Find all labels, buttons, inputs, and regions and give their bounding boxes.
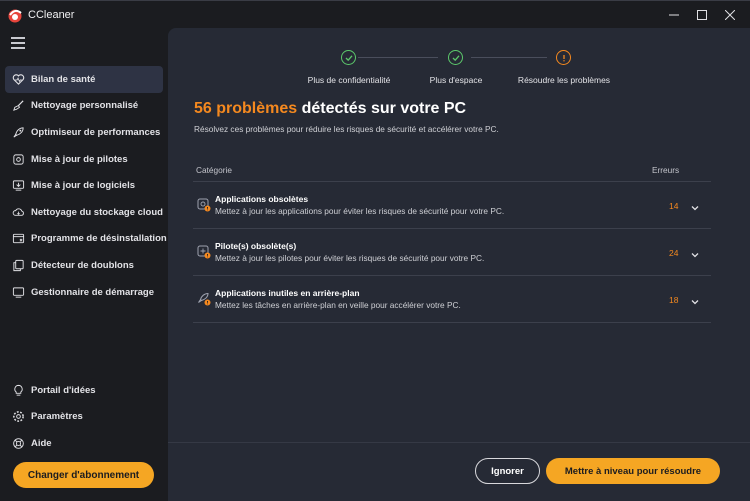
minimize-button[interactable] [660,1,688,29]
sidebar-item-label: Optimiseur de performances [31,126,161,138]
sidebar-item-demarrage[interactable]: Gestionnaire de démarrage [5,279,163,306]
sidebar-item-label: Portail d'idées [31,384,96,396]
sidebar-item-pilotes[interactable]: Mise à jour de pilotes [5,146,163,173]
duplicate-icon [11,258,25,272]
monitor-icon [11,285,25,299]
step-label-resoudre: Résoudre les problèmes [517,75,611,85]
page-title: 56 problèmes détectés sur votre PC [194,100,466,118]
table-row-outdated-drivers[interactable]: Pilote(s) obsolète(s) Mettez à jour les … [193,229,711,276]
rocket-icon [11,125,25,139]
sidebar-item-label: Paramètres [31,411,83,423]
sidebar-item-label: Programme de désinstallation [31,233,167,245]
sidebar-item-optimiseur[interactable]: Optimiseur de performances [5,119,163,146]
row-description: Mettez à jour les pilotes pour éviter le… [215,253,485,263]
minimize-icon [669,14,679,16]
change-subscription-button[interactable]: Changer d'abonnement [13,462,154,488]
sidebar-item-label: Nettoyage du stockage cloud [31,206,163,218]
sidebar: Bilan de santé Nettoyage personnalisé Op… [0,28,168,501]
app-title: CCleaner [28,8,75,21]
chevron-down-icon[interactable] [690,247,700,258]
cloud-icon [11,205,25,219]
stepper-connector [358,57,438,58]
broom-icon [11,99,25,113]
table-row-outdated-apps[interactable]: Applications obsolètes Mettez à jour les… [193,182,711,229]
sidebar-item-desinstallation[interactable]: Programme de désinstallation [5,226,167,253]
check-icon [448,50,463,65]
maximize-icon [697,10,707,20]
ccleaner-logo-icon [6,6,24,24]
sidebar-bottom-nav: Portail d'idées Paramètres Aide [5,377,163,457]
warning-icon [556,50,571,65]
close-button[interactable] [716,1,744,29]
row-error-count: 24 [669,248,679,258]
row-title: Applications inutiles en arrière-plan [215,288,360,298]
close-icon [725,10,735,20]
lightbulb-icon [11,383,25,397]
row-description: Mettez les tâches en arrière-plan en vei… [215,300,461,310]
sidebar-nav: Bilan de santé Nettoyage personnalisé Op… [5,66,167,306]
software-update-icon [11,179,25,193]
hamburger-menu-icon[interactable] [11,37,25,49]
chevron-down-icon[interactable] [690,294,700,305]
sidebar-item-cloud[interactable]: Nettoyage du stockage cloud [5,199,163,226]
sidebar-item-label: Mise à jour de pilotes [31,153,128,165]
main-panel: Plus de confidentialité Plus d'espace Ré… [168,28,750,501]
maximize-button[interactable] [688,1,716,29]
upgrade-to-fix-button[interactable]: Mettre à niveau pour résoudre [546,458,720,484]
table-header: Catégorie Erreurs [193,158,711,182]
sidebar-item-portail-idees[interactable]: Portail d'idées [5,377,163,404]
sidebar-item-bilan-de-sante[interactable]: Bilan de santé [5,66,163,93]
sidebar-item-aide[interactable]: Aide [5,430,163,457]
column-header-errors: Erreurs [652,164,680,175]
help-icon [11,436,25,450]
sidebar-item-label: Détecteur de doublons [31,259,134,271]
heart-icon [11,72,25,86]
sidebar-item-doublons[interactable]: Détecteur de doublons [5,252,163,279]
sidebar-item-label: Mise à jour de logiciels [31,180,136,192]
title-bar: CCleaner [0,0,750,28]
sidebar-item-label: Gestionnaire de démarrage [31,286,155,298]
row-title: Applications obsolètes [215,194,309,204]
sidebar-item-label: Aide [31,437,52,449]
driver-gear-icon [11,152,25,166]
row-description: Mettez à jour les applications pour évit… [215,206,505,216]
step-label-espace: Plus d'espace [429,75,483,85]
sidebar-item-logiciels[interactable]: Mise à jour de logiciels [5,172,163,199]
step-label-confidentialite: Plus de confidentialité [307,75,391,85]
issues-table: Catégorie Erreurs Applications obsolètes… [193,158,711,323]
outdated-driver-icon [197,245,211,259]
sidebar-item-label: Bilan de santé [31,73,96,85]
page-title-rest: détectés sur votre PC [297,100,467,117]
outdated-app-icon [197,198,211,212]
row-error-count: 18 [669,295,679,305]
background-apps-icon [197,292,211,306]
table-row-background-apps[interactable]: Applications inutiles en arrière-plan Me… [193,276,711,323]
progress-stepper: Plus de confidentialité Plus d'espace Ré… [168,38,750,88]
sidebar-item-label: Nettoyage personnalisé [31,100,139,112]
gear-icon [11,410,25,424]
chevron-down-icon[interactable] [690,200,700,211]
problem-count: 56 problèmes [194,100,298,117]
row-title: Pilote(s) obsolète(s) [215,241,297,251]
footer-divider [168,442,750,443]
check-icon [341,50,356,65]
uninstall-icon [11,232,25,246]
stepper-connector [471,57,547,58]
column-header-category: Catégorie [196,164,232,175]
ignore-button[interactable]: Ignorer [475,458,540,484]
page-subtitle: Résolvez ces problèmes pour réduire les … [194,124,499,134]
row-error-count: 14 [669,201,679,211]
sidebar-item-nettoyage-personnalise[interactable]: Nettoyage personnalisé [5,93,163,120]
sidebar-item-parametres[interactable]: Paramètres [5,404,163,431]
